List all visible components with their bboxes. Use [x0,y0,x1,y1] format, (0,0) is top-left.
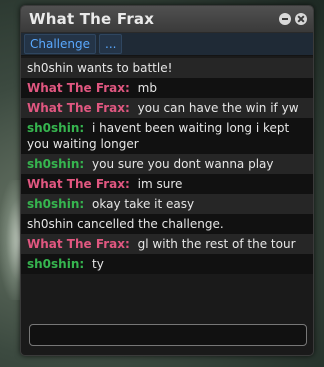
window-title: What The Frax [29,10,155,28]
chat-message: sh0shin: okay take it easy [21,194,313,214]
message-text: sh0shin wants to battle! [27,61,173,75]
message-text: mb [137,81,157,95]
tab-bar: Challenge ... [21,33,313,56]
chat-message: What The Frax: im sure [21,174,313,194]
username[interactable]: sh0shin: [27,197,84,211]
message-text: okay take it easy [92,197,195,211]
tab-challenge[interactable]: Challenge [24,34,96,54]
username[interactable]: sh0shin: [27,157,84,171]
chat-message: sh0shin: ty [21,254,313,274]
message-text: you can have the win if yw [137,101,299,115]
minimize-icon[interactable] [279,13,291,25]
chat-window: What The Frax Challenge ... sh0shin want… [20,5,314,356]
chat-message: sh0shin: you sure you dont wanna play [21,154,313,174]
close-icon[interactable] [295,13,307,25]
username[interactable]: sh0shin: [27,121,84,135]
username[interactable]: sh0shin: [27,257,84,271]
message-text: gl with the rest of the tour [137,237,296,251]
chat-input[interactable] [29,324,307,346]
username[interactable]: What The Frax: [27,81,130,95]
chat-log: sh0shin wants to battle! What The Frax: … [21,56,313,274]
chat-message: What The Frax: you can have the win if y… [21,98,313,118]
username[interactable]: What The Frax: [27,101,130,115]
username[interactable]: What The Frax: [27,237,130,251]
message-text: you sure you dont wanna play [92,157,274,171]
chat-message: sh0shin wants to battle! [21,58,313,78]
chat-message: What The Frax: gl with the rest of the t… [21,234,313,254]
chat-message: sh0shin: i havent been waiting long i ke… [21,118,313,154]
message-text: im sure [137,177,183,191]
chat-message: What The Frax: mb [21,78,313,98]
message-text: sh0shin cancelled the challenge. [27,217,224,231]
title-bar[interactable]: What The Frax [21,6,313,33]
tab-more[interactable]: ... [99,34,123,54]
message-text: ty [92,257,104,271]
username[interactable]: What The Frax: [27,177,130,191]
chat-message: sh0shin cancelled the challenge. [21,214,313,234]
